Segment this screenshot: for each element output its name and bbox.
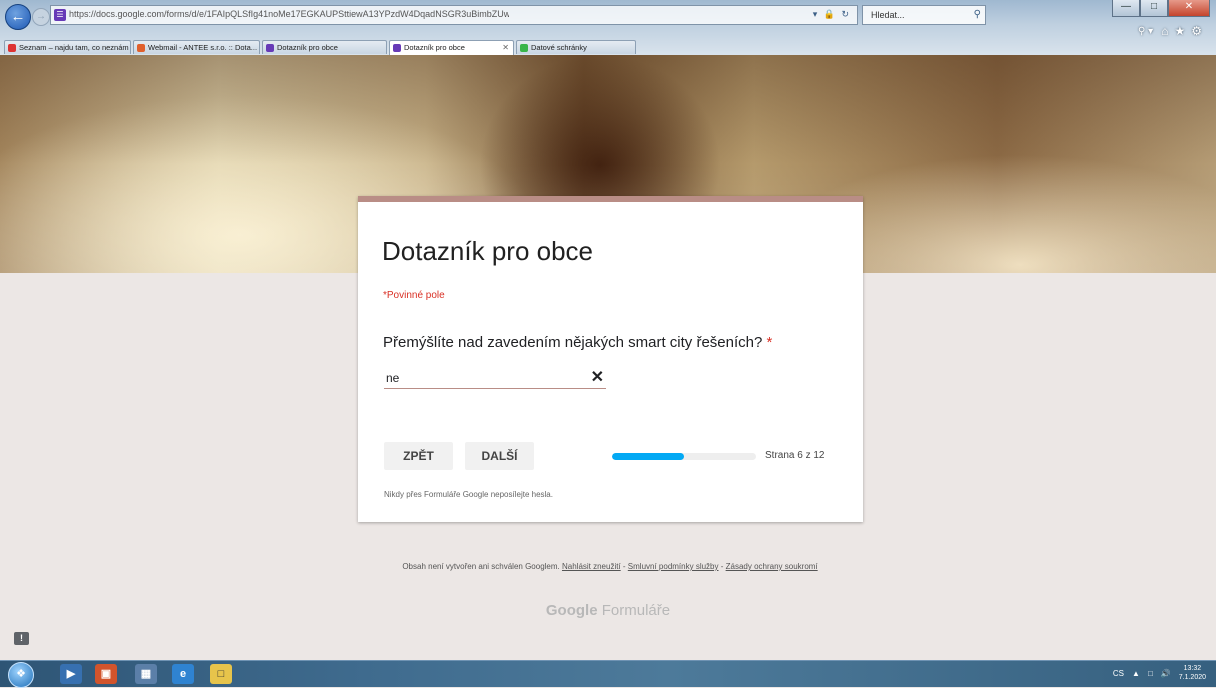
- tab-label: Webmail - ANTEE s.r.o. :: Dota...: [148, 43, 258, 52]
- clock-date: 7.1.2020: [1178, 674, 1206, 681]
- google-forms-logo[interactable]: Google Formuláře: [0, 602, 1216, 619]
- minimize-button[interactable]: —: [1112, 0, 1140, 17]
- browser-tab[interactable]: Dotazník pro obce: [262, 40, 387, 54]
- tab-label: Seznam – najdu tam, co neznám: [19, 43, 129, 52]
- search-icon[interactable]: ⚲: [974, 9, 981, 20]
- browser-tab[interactable]: Seznam – najdu tam, co neznám: [4, 40, 131, 54]
- answer-value[interactable]: ne: [386, 371, 399, 385]
- search-dropdown-icon[interactable]: ⚲ ▾: [1138, 26, 1153, 37]
- window-controls: — □ ✕: [1112, 0, 1210, 18]
- footer-disclaimer: Obsah není vytvořen ani schválen Googlem…: [402, 562, 560, 571]
- windows-start-icon[interactable]: ❖: [8, 662, 34, 688]
- tab-favicon-icon: [137, 44, 145, 52]
- volume-icon[interactable]: 🔊: [1161, 669, 1171, 678]
- feedback-icon[interactable]: !: [14, 632, 29, 645]
- tab-favicon-icon: [266, 44, 274, 52]
- browser-tab[interactable]: Webmail - ANTEE s.r.o. :: Dota...: [133, 40, 260, 54]
- footer-text: Obsah není vytvořen ani schválen Googlem…: [380, 562, 840, 572]
- tab-label: Dotazník pro obce: [277, 43, 338, 52]
- required-marker: *: [766, 334, 773, 351]
- answer-input[interactable]: ne ✕: [384, 366, 606, 389]
- back-button[interactable]: ZPĚT: [384, 442, 453, 470]
- browser-tab[interactable]: Dotazník pro obce ✕: [389, 40, 514, 55]
- form-title: Dotazník pro obce: [382, 236, 594, 266]
- clock-time: 13:32: [1183, 665, 1202, 672]
- url-text[interactable]: https://docs.google.com/forms/d/e/1FAIpQ…: [69, 9, 509, 19]
- home-favorites-settings-icons[interactable]: ⌂★⚙: [1161, 24, 1208, 38]
- lock-refresh-icon[interactable]: ▾ 🔒 ↻: [813, 9, 851, 20]
- clock[interactable]: 13:32 7.1.2020: [1179, 664, 1206, 682]
- close-window-button[interactable]: ✕: [1168, 0, 1210, 17]
- next-button[interactable]: DALŠÍ: [465, 442, 534, 470]
- language-indicator[interactable]: CS: [1113, 669, 1124, 678]
- tray-arrow-icon[interactable]: ▲: [1132, 669, 1140, 678]
- close-icon[interactable]: ✕: [591, 367, 604, 387]
- system-tray: CS ▲ □ 🔊 13:32 7.1.2020: [1113, 664, 1206, 682]
- footer-separator: -: [718, 562, 726, 571]
- tab-favicon-icon: [393, 44, 401, 52]
- question-label: Přemýšlíte nad zavedením nějakých smart …: [383, 334, 772, 351]
- browser-tab[interactable]: Datové schránky: [516, 40, 636, 54]
- tab-label: Datové schránky: [531, 43, 587, 52]
- report-abuse-link[interactable]: Nahlásit zneužití: [562, 562, 621, 571]
- address-bar[interactable]: ☰ https://docs.google.com/forms/d/e/1FAI…: [50, 5, 858, 25]
- browser-chrome: ← → ☰ https://docs.google.com/forms/d/e/…: [0, 0, 1216, 56]
- media-player-icon[interactable]: ▶: [60, 664, 82, 684]
- forward-arrow-icon[interactable]: →: [32, 8, 50, 26]
- tab-favicon-icon: [8, 44, 16, 52]
- question-text: Přemýšlíte nad zavedením nějakých smart …: [383, 334, 763, 351]
- forms-word: Formuláře: [601, 602, 671, 619]
- privacy-link[interactable]: Zásady ochrany soukromí: [726, 562, 818, 571]
- search-placeholder: Hledat...: [871, 10, 905, 20]
- internet-explorer-icon[interactable]: e: [172, 664, 194, 684]
- tab-label: Dotazník pro obce: [404, 43, 465, 52]
- maximize-button[interactable]: □: [1140, 0, 1168, 17]
- tab-strip: Seznam – najdu tam, co neznám Webmail - A…: [0, 40, 640, 55]
- search-input[interactable]: Hledat... ⚲: [862, 5, 986, 25]
- terms-link[interactable]: Smluvní podmínky služby: [628, 562, 719, 571]
- tab-close-icon[interactable]: ✕: [502, 41, 509, 55]
- tab-favicon-icon: [520, 44, 528, 52]
- footer-separator: -: [620, 562, 628, 571]
- taskbar: ❖ ▶ ▣ ▦ e □ CS ▲ □ 🔊 13:32 7.1.2020: [0, 660, 1216, 688]
- progress-fill: [612, 453, 684, 460]
- google-forms-favicon-icon: ☰: [54, 9, 66, 21]
- required-note: *Povinné pole: [383, 290, 445, 301]
- network-icon[interactable]: □: [1148, 669, 1153, 678]
- back-arrow-icon[interactable]: ←: [5, 4, 31, 30]
- google-word: Google: [545, 602, 598, 619]
- password-warning: Nikdy přes Formuláře Google neposílejte …: [384, 490, 553, 499]
- calendar-app-icon[interactable]: ▦: [135, 664, 157, 684]
- form-card: Dotazník pro obce *Povinné pole Přemýšlí…: [358, 196, 863, 522]
- file-explorer-icon[interactable]: □: [210, 664, 232, 684]
- progress-bar: [612, 453, 756, 460]
- page-counter: Strana 6 z 12: [765, 450, 825, 461]
- office-app-icon[interactable]: ▣: [95, 664, 117, 684]
